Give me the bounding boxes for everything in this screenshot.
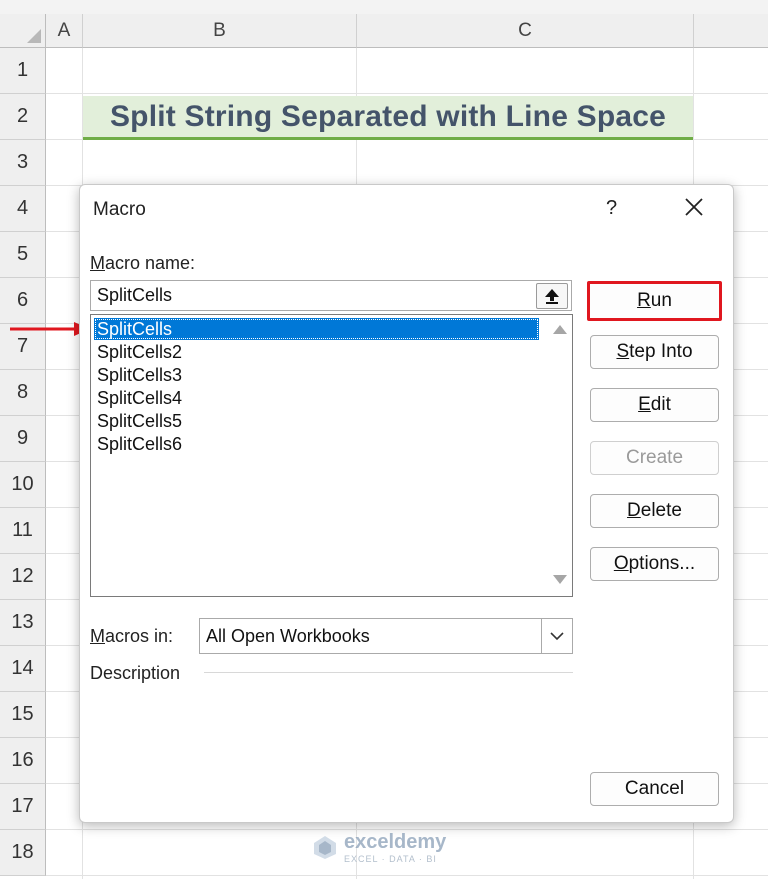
- macros-in-value: All Open Workbooks: [206, 626, 370, 646]
- exceldemy-logo-icon: [314, 836, 336, 859]
- macros-in-select[interactable]: All Open Workbooks: [199, 618, 573, 654]
- macro-list-item[interactable]: SplitCells: [94, 318, 539, 340]
- exceldemy-watermark: exceldemy EXCEL · DATA · BI: [312, 830, 446, 864]
- column-header-c[interactable]: C: [357, 14, 694, 48]
- row-header-4[interactable]: 4: [0, 186, 46, 232]
- macro-list[interactable]: SplitCells SplitCells2 SplitCells3 SplitCel…: [90, 314, 573, 597]
- create-button[interactable]: Create: [590, 441, 719, 475]
- macro-name-label: Macro name:: [90, 253, 196, 273]
- row-header-14[interactable]: 14: [0, 646, 46, 692]
- close-icon[interactable]: [680, 193, 708, 221]
- watermark-brand: exceldemy: [344, 830, 447, 853]
- macro-dialog: Macro ? Macro name: SplitCells SplitCell…: [79, 184, 734, 823]
- macro-list-item[interactable]: SplitCells2: [94, 341, 539, 363]
- toolbar-strip: [0, 0, 768, 14]
- column-header-a[interactable]: A: [46, 14, 83, 48]
- chevron-down-icon[interactable]: [541, 619, 572, 653]
- help-button[interactable]: ?: [606, 197, 617, 220]
- edit-button[interactable]: Edit: [590, 388, 719, 422]
- row-header-5[interactable]: 5: [0, 232, 46, 278]
- run-button[interactable]: Run: [587, 281, 722, 321]
- row-header-2[interactable]: 2: [0, 94, 46, 140]
- macro-list-item[interactable]: SplitCells6: [94, 433, 539, 455]
- row-header-1[interactable]: 1: [0, 48, 46, 94]
- row-header-18[interactable]: 18: [0, 830, 46, 876]
- scroll-down-icon[interactable]: [553, 575, 567, 584]
- collapse-upload-button[interactable]: [536, 283, 568, 309]
- macros-in-label: Macros in:: [90, 626, 174, 646]
- row-header-15[interactable]: 15: [0, 692, 46, 738]
- macro-name-input[interactable]: SplitCells: [90, 280, 572, 311]
- row-header-10[interactable]: 10: [0, 462, 46, 508]
- upload-arrow-icon: [545, 289, 559, 304]
- list-scrollbar[interactable]: [547, 315, 571, 596]
- macro-list-item[interactable]: SplitCells5: [94, 410, 539, 432]
- title-cell[interactable]: Split String Separated with Line Space: [83, 96, 693, 140]
- row-header-16[interactable]: 16: [0, 738, 46, 784]
- macro-list-item[interactable]: SplitCells3: [94, 364, 539, 386]
- row-header-17[interactable]: 17: [0, 784, 46, 830]
- description-divider: [204, 672, 573, 673]
- scroll-up-icon[interactable]: [553, 325, 567, 334]
- delete-button[interactable]: Delete: [590, 494, 719, 528]
- options-button[interactable]: Options...: [590, 547, 719, 581]
- row-header-3[interactable]: 3: [0, 140, 46, 186]
- description-label: Description: [90, 663, 181, 683]
- dialog-title: Macro: [93, 199, 146, 220]
- row-header-11[interactable]: 11: [0, 508, 46, 554]
- watermark-tagline: EXCEL · DATA · BI: [344, 853, 437, 864]
- row-header-8[interactable]: 8: [0, 370, 46, 416]
- row-header-13[interactable]: 13: [0, 600, 46, 646]
- column-header-d[interactable]: [694, 14, 768, 48]
- macro-list-item[interactable]: SplitCells4: [94, 387, 539, 409]
- cancel-button[interactable]: Cancel: [590, 772, 719, 806]
- row-header-6[interactable]: 6: [0, 278, 46, 324]
- step-into-button[interactable]: Step Into: [590, 335, 719, 369]
- select-all-corner[interactable]: [0, 14, 46, 48]
- row-header-12[interactable]: 12: [0, 554, 46, 600]
- column-header-b[interactable]: B: [83, 14, 357, 48]
- row-header-9[interactable]: 9: [0, 416, 46, 462]
